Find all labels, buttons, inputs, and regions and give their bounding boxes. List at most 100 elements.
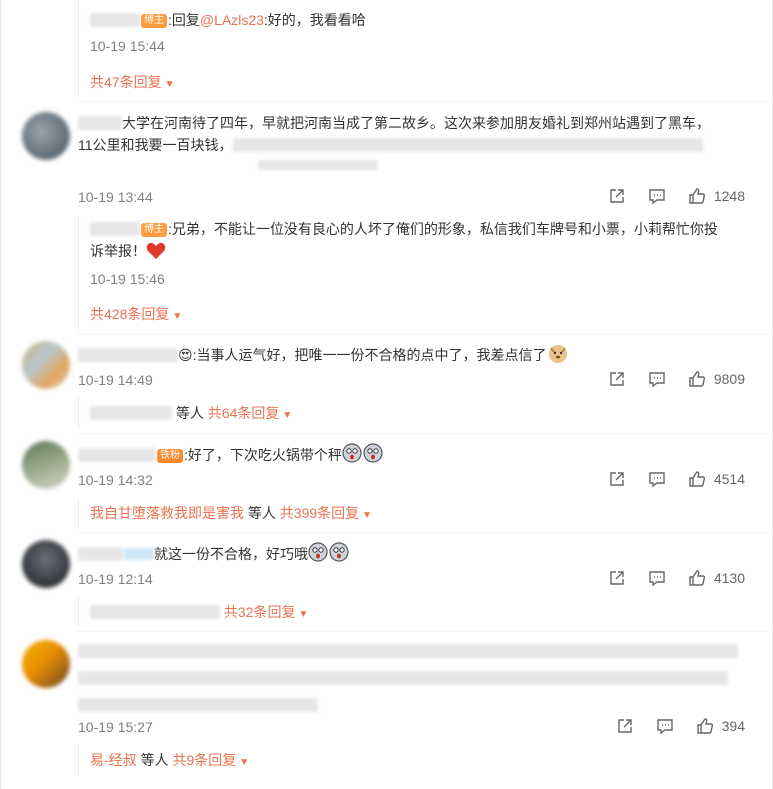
share-icon[interactable]	[608, 569, 626, 587]
comment-line-1: :好了，下次吃火锅带个秤	[184, 447, 342, 463]
reply-thread-line	[78, 0, 79, 95]
reply-thread-line	[78, 216, 79, 329]
like-count: 394	[721, 718, 745, 734]
replies-summary: 共32条回复 ▼	[90, 601, 308, 626]
left-border	[0, 0, 1, 789]
blurred-username[interactable]	[78, 116, 122, 130]
comment-text: 😍:当事人运气好，把唯一一份不合格的点中了，我差点信了	[78, 342, 569, 366]
thumbs-up-icon[interactable]	[688, 569, 706, 587]
expand-replies-button[interactable]: 共47条回复 ▼	[90, 72, 174, 92]
comment-text	[78, 644, 748, 717]
comment-line-1: :当事人运气好，把唯一一份不合格的点中了，我差点信了	[192, 347, 547, 363]
share-icon[interactable]	[608, 187, 626, 205]
thumbs-up-icon[interactable]	[688, 370, 706, 388]
comment-timestamp: 10-19 13:44	[78, 189, 153, 205]
reply-thread-line	[78, 597, 79, 627]
expand-replies-button[interactable]: 共428条回复 ▼	[90, 304, 182, 324]
expand-replies-label: 共399条回复	[279, 505, 360, 521]
comment-actions: 1248	[608, 187, 745, 205]
reply-line-1: :兄弟，不能让一位没有良心的人坏了俺们的形象，私信我们车牌号和小票，小莉帮忙你投	[168, 221, 718, 237]
expand-replies-label: 共32条回复	[223, 604, 296, 620]
expand-replies-button[interactable]: 共9条回复 ▼	[172, 752, 249, 768]
comment-actions: 4514	[608, 470, 745, 488]
chevron-down-icon: ▼	[164, 79, 175, 90]
chevron-down-icon: ▼	[298, 609, 309, 620]
comment-timestamp: 10-19 14:32	[78, 472, 153, 488]
blurred-username[interactable]	[78, 348, 178, 362]
comment-actions: 4130	[608, 569, 745, 587]
comment-text: 铁粉:好了，下次吃火锅带个秤	[78, 442, 384, 466]
comment-actions: 9809	[608, 370, 745, 388]
replies-summary: 等人 共64条回复 ▼	[90, 402, 292, 427]
share-icon[interactable]	[608, 370, 626, 388]
reply-thread-line	[78, 745, 79, 775]
divider	[78, 101, 773, 102]
blurred-username[interactable]	[78, 547, 124, 561]
share-icon[interactable]	[616, 717, 634, 735]
chevron-down-icon: ▼	[239, 757, 250, 768]
reply-thread-line	[78, 398, 79, 428]
comment-line-1: 大学在河南待了四年，早就把河南当成了第二故乡。这次来参加朋友婚礼到郑州站遇到了黑…	[122, 115, 710, 131]
doge-emoji-icon	[548, 345, 567, 363]
comment-icon[interactable]	[648, 470, 666, 488]
thumbs-up-icon[interactable]	[688, 470, 706, 488]
mention-link[interactable]: @LAzls23	[200, 12, 264, 28]
blurred-text	[78, 671, 728, 685]
expand-replies-label: 共64条回复	[207, 405, 280, 421]
thumbs-up-icon[interactable]	[696, 717, 714, 735]
reply-text: :回复	[168, 12, 200, 28]
blurred-username[interactable]	[90, 605, 220, 619]
blurred-username[interactable]	[90, 13, 140, 27]
replies-prefix: 等人	[247, 505, 276, 521]
heart-icon	[146, 242, 166, 259]
blogger-badge: 博主	[141, 223, 167, 237]
comment-icon[interactable]	[648, 370, 666, 388]
chevron-down-icon: ▼	[282, 410, 293, 421]
comment-line-2: 11公里和我要一百块钱，	[78, 137, 233, 153]
like-count: 4130	[713, 570, 745, 586]
comment-text: 就这一份不合格，好巧哦	[78, 541, 350, 565]
blurred-username[interactable]	[90, 222, 140, 236]
like-count: 9809	[713, 371, 745, 387]
avatar[interactable]	[22, 112, 70, 160]
shocked-emoji-icon	[308, 542, 349, 562]
blurred-text	[78, 698, 318, 712]
fan-badge: 铁粉	[157, 449, 183, 463]
comment-icon[interactable]	[648, 187, 666, 205]
replier-link[interactable]: 易-经叔	[90, 752, 137, 768]
thumbs-up-icon[interactable]	[688, 187, 706, 205]
expand-replies-label: 共47条回复	[90, 74, 162, 90]
like-count: 4514	[713, 471, 745, 487]
chevron-down-icon: ▼	[172, 311, 183, 322]
avatar[interactable]	[22, 540, 70, 588]
comment-icon[interactable]	[656, 717, 674, 735]
avatar[interactable]	[22, 441, 70, 489]
expand-replies-button[interactable]: 共64条回复 ▼	[208, 405, 292, 421]
blurred-username[interactable]	[78, 448, 156, 462]
avatar[interactable]	[22, 640, 70, 688]
blurred-text	[78, 644, 738, 658]
comment-actions: 394	[616, 717, 745, 735]
replier-link[interactable]: 我自甘堕落救我即是害我	[90, 505, 244, 521]
replies-prefix: 等人	[175, 405, 204, 421]
expand-replies-button[interactable]: 共399条回复 ▼	[280, 505, 372, 521]
reply-timestamp: 10-19 15:44	[90, 38, 165, 54]
replies-summary: 我自甘堕落救我即是害我 等人 共399条回复 ▼	[90, 502, 372, 527]
replies-summary: 易-经叔 等人 共9条回复 ▼	[90, 749, 249, 774]
share-icon[interactable]	[608, 470, 626, 488]
reply-line-2: 诉举报！	[90, 243, 146, 259]
divider	[78, 631, 773, 632]
blurred-username[interactable]	[90, 406, 172, 420]
comment-line-1: 就这一份不合格，好巧哦	[154, 546, 308, 562]
comment-text: 大学在河南待了四年，早就把河南当成了第二故乡。这次来参加朋友婚礼到郑州站遇到了黑…	[78, 112, 758, 178]
replies-prefix: 等人	[140, 752, 169, 768]
reply-thread-line	[78, 498, 79, 528]
comment-timestamp: 10-19 14:49	[78, 372, 153, 388]
chevron-down-icon: ▼	[362, 510, 373, 521]
emoji-icon: 😍	[178, 347, 193, 363]
avatar[interactable]	[22, 341, 70, 389]
expand-replies-button[interactable]: 共32条回复 ▼	[224, 604, 308, 620]
comment-timestamp: 10-19 12:14	[78, 571, 153, 587]
comment-icon[interactable]	[648, 569, 666, 587]
divider	[78, 334, 773, 335]
